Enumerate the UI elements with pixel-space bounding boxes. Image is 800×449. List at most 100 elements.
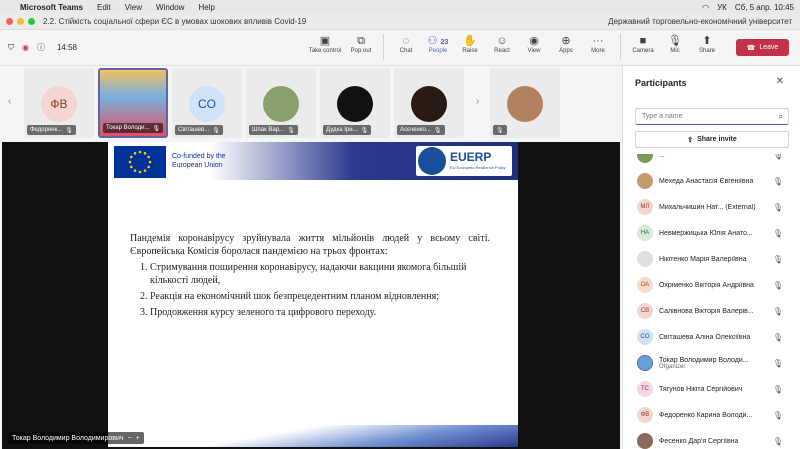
- video-tile[interactable]: Шпак Вар... 🎙: [246, 68, 316, 138]
- mic-off-icon: 🎙: [668, 35, 682, 47]
- mic-off-icon: 🎙: [360, 127, 369, 134]
- video-tile[interactable]: Токар Володи... 🎙: [98, 68, 168, 138]
- clock[interactable]: Сб, 5 апр. 10:45: [735, 3, 794, 12]
- participant-row[interactable]: Мехеда Анастасія Євгеніївна 🎙: [623, 168, 800, 194]
- search-input[interactable]: Type a name ⌕: [635, 108, 789, 125]
- mic-off-icon: 🎙: [772, 176, 783, 186]
- eu-cofunded-text: Co-funded by the European Union: [172, 152, 226, 170]
- eu-star: [148, 160, 152, 164]
- participant-name-text: ...: [659, 154, 665, 159]
- zoom-window-icon[interactable]: [28, 18, 35, 25]
- tile-name: Дудка Іри... 🎙: [323, 125, 372, 135]
- camera-off-icon: ■: [639, 35, 647, 47]
- close-window-icon[interactable]: [6, 18, 13, 25]
- video-tile[interactable]: Асєченко... 🎙: [394, 68, 464, 138]
- apps-button[interactable]: ⊕ Apps: [550, 34, 582, 60]
- chevron-left-icon[interactable]: ‹: [8, 96, 11, 107]
- mic-off-icon: 🎙: [772, 436, 783, 446]
- avatar: [507, 86, 543, 122]
- video-tile[interactable]: 🎙: [490, 68, 560, 138]
- share-button[interactable]: ⬆ Share: [691, 34, 723, 60]
- mic-off-icon: 🎙: [65, 127, 73, 134]
- chevron-right-icon[interactable]: ›: [476, 96, 479, 107]
- slide-footer-wave: [108, 425, 518, 447]
- slide-point: Реакція на економічний шок безпрецедентн…: [150, 290, 490, 303]
- slide-body: Пандемія коронавірусу зруйнувала життя м…: [130, 232, 490, 319]
- people-button[interactable]: ⚇ 23 People: [422, 34, 454, 60]
- video-strip: ‹ ФВ Федоренк... 🎙 Токар Володи... 🎙 CO Св…: [0, 66, 622, 140]
- avatar: ФВ: [637, 407, 653, 423]
- leave-button[interactable]: ☎ Leave: [736, 39, 789, 56]
- participant-list: ... 🎙 Мехеда Анастасія Євгеніївна 🎙 МЛ Михаль…: [623, 154, 800, 449]
- participant-name-text: Тягунов Нікіта Сергійович: [659, 385, 743, 393]
- participant-row[interactable]: МЛ Михальчишин Нат... (External) 🎙: [623, 194, 800, 220]
- video-tile[interactable]: CO Світашев... 🎙: [172, 68, 242, 138]
- participant-name-text: Охріменко Вікторія Андріївна: [659, 281, 754, 289]
- tile-name-text: Шпак Вар...: [252, 127, 285, 133]
- shared-screen[interactable]: Co-funded by the European Union EUERP EU…: [2, 142, 620, 449]
- participant-row[interactable]: Фесенко Дар'я Сергіївна 🎙: [623, 428, 800, 449]
- info-icon[interactable]: ⓘ: [37, 42, 45, 53]
- plus-icon[interactable]: +: [136, 435, 140, 442]
- lang-indicator[interactable]: УК: [717, 3, 727, 12]
- participant-row[interactable]: Токар Володимир Володи... Organizer 🎙: [623, 350, 800, 376]
- eu-star: [130, 155, 133, 159]
- video-tile[interactable]: ФВ Федоренк... 🎙: [24, 68, 94, 138]
- mic-icon: 🎙: [772, 358, 783, 368]
- avatar: [263, 86, 299, 122]
- react-button[interactable]: ☺ React: [486, 34, 518, 60]
- video-tile[interactable]: Дудка Іри... 🎙: [320, 68, 390, 138]
- mic-button[interactable]: 🎙 Mic: [659, 34, 691, 60]
- more-label: More: [591, 48, 605, 54]
- participant-name: Салівнова Вікторія Валерів...: [659, 308, 769, 315]
- raise-hand-button[interactable]: ✋ Raise: [454, 34, 486, 60]
- react-icon: ☺: [496, 35, 508, 47]
- window-controls: [6, 18, 35, 25]
- take-control-button[interactable]: ▣ Take control: [305, 34, 345, 60]
- eu-line: European Union: [172, 162, 223, 169]
- participant-row[interactable]: ... 🎙: [623, 154, 800, 168]
- wifi-icon[interactable]: ◠: [702, 3, 709, 12]
- phone-icon: ☎: [746, 44, 756, 52]
- mic-off-icon: 🎙: [287, 127, 295, 134]
- close-icon[interactable]: ✕: [776, 76, 784, 87]
- app-name[interactable]: Microsoft Teams: [20, 3, 83, 12]
- participant-name-text: Федоренко Карина Володи...: [659, 411, 753, 419]
- share-label: Share: [698, 48, 715, 54]
- tile-name-text: Світашев...: [178, 127, 210, 133]
- avatar: ФВ: [41, 86, 77, 122]
- menu-edit[interactable]: Edit: [97, 3, 111, 12]
- participant-row[interactable]: НА Невмержицька Юлія Анато... 🎙: [623, 220, 800, 246]
- share-invite-label: Share invite: [697, 136, 737, 143]
- minimize-window-icon[interactable]: [17, 18, 24, 25]
- mac-menubar: Microsoft Teams Edit View Window Help ◠ …: [0, 0, 800, 14]
- share-icon: ⇪: [687, 136, 694, 144]
- shield-icon[interactable]: ⛉: [8, 43, 14, 53]
- participant-row[interactable]: ТС Тягунов Нікіта Сергійович 🎙: [623, 376, 800, 402]
- mic-off-icon: 🎙: [772, 332, 783, 342]
- meeting-title: 2.2. Стійкість соціальної сфери ЄС в умо…: [43, 17, 307, 26]
- chat-button[interactable]: ◌ Chat: [390, 34, 422, 60]
- recording-icon[interactable]: ◉: [22, 43, 29, 52]
- minus-icon[interactable]: −: [128, 435, 132, 442]
- view-button[interactable]: ◉ View: [518, 34, 550, 60]
- participant-row[interactable]: ФВ Федоренко Карина Володи... 🎙: [623, 402, 800, 428]
- participant-row[interactable]: СВ Салівнова Вікторія Валерів... 🎙: [623, 298, 800, 324]
- participant-row[interactable]: CO Світашева Аліна Олексіївна 🎙: [623, 324, 800, 350]
- cofunded-line: Co-funded by the: [172, 153, 226, 160]
- camera-button[interactable]: ■ Camera: [627, 34, 659, 60]
- share-invite-button[interactable]: ⇪ Share invite: [635, 131, 789, 148]
- participant-row[interactable]: Нікітенко Марія Валеріївна 🎙: [623, 246, 800, 272]
- apps-icon: ⊕: [561, 35, 571, 47]
- menu-view[interactable]: View: [125, 3, 142, 12]
- presentation-slide: Co-funded by the European Union EUERP EU…: [108, 142, 518, 447]
- pop-out-button[interactable]: ⧉ Pop out: [345, 34, 377, 60]
- organization-name[interactable]: Державний торговельно-економічний універ…: [608, 17, 792, 26]
- avatar: [411, 86, 447, 122]
- eu-star: [143, 169, 147, 172]
- menu-window[interactable]: Window: [156, 3, 184, 12]
- menu-help[interactable]: Help: [198, 3, 214, 12]
- participant-row[interactable]: ОА Охріменко Вікторія Андріївна 🎙: [623, 272, 800, 298]
- mic-off-icon: 🎙: [772, 254, 783, 264]
- more-button[interactable]: ··· More: [582, 34, 614, 60]
